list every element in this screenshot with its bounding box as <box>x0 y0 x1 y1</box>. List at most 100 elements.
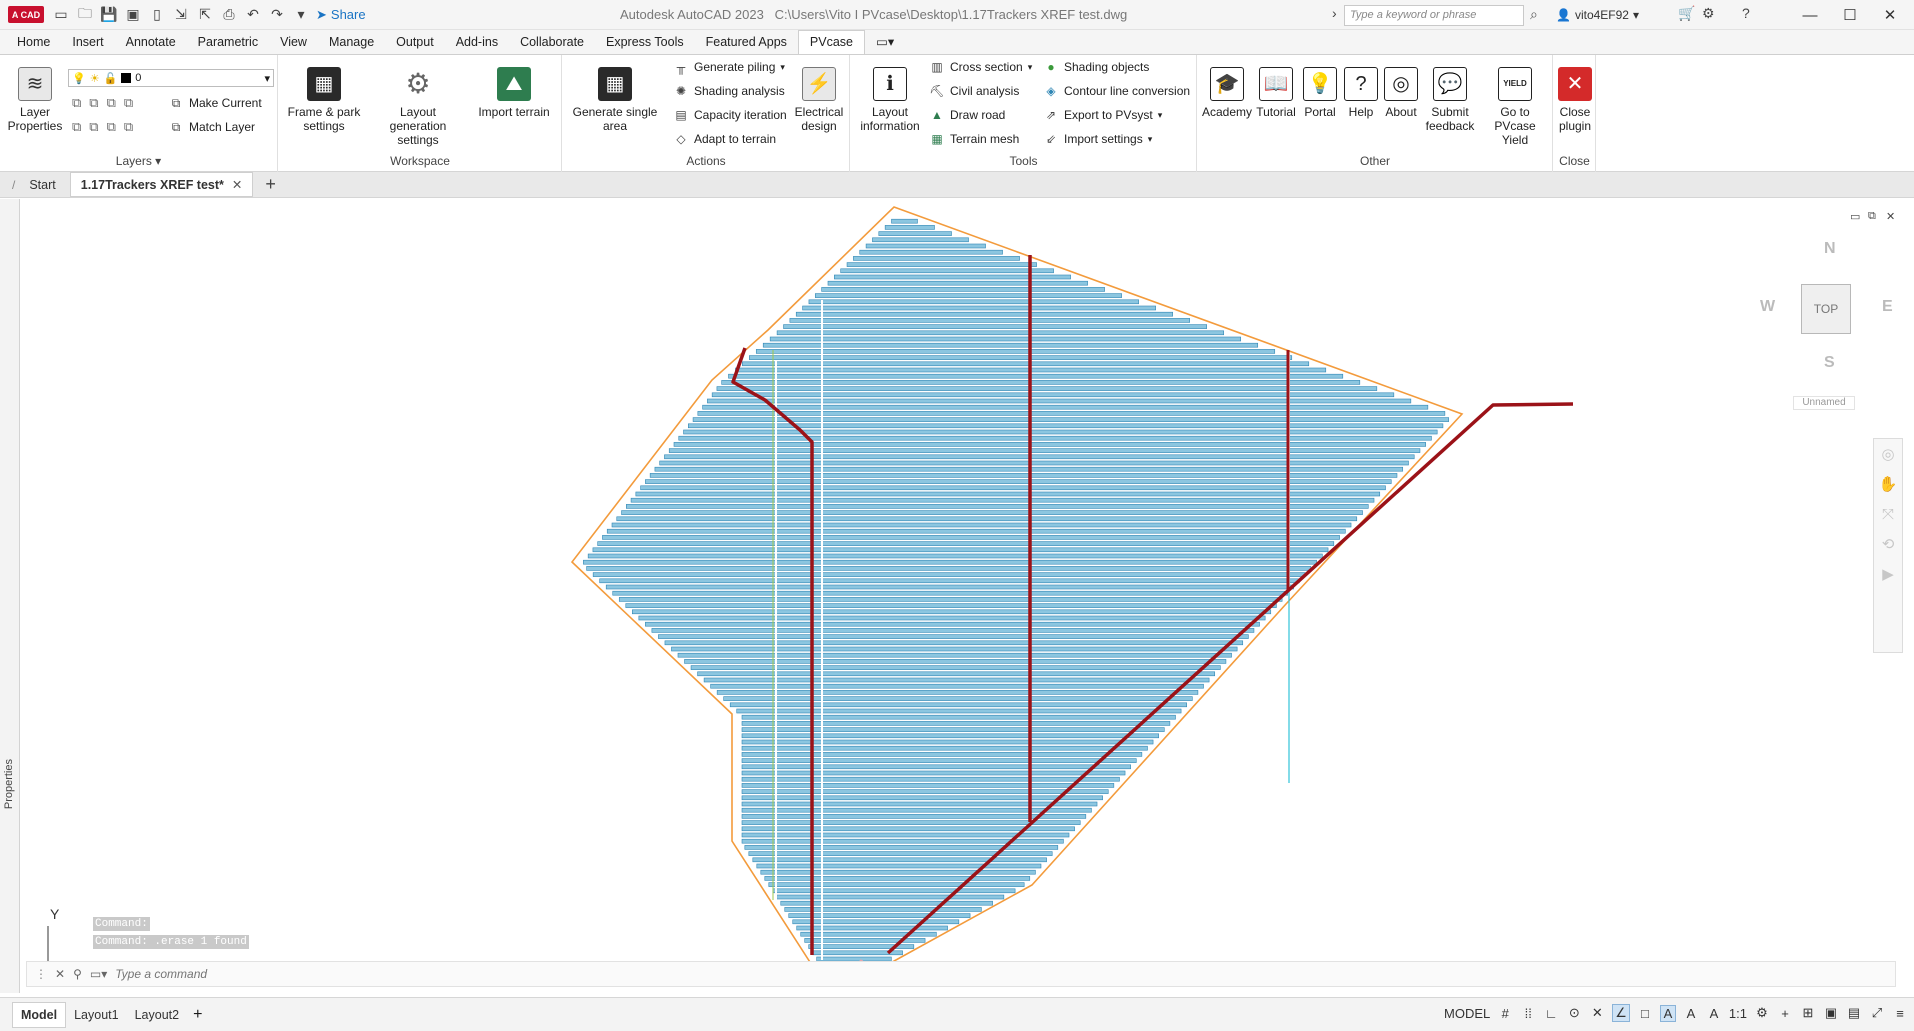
electrical-design-button[interactable]: ⚡ Electrical design <box>789 67 849 133</box>
layer-tool-icon[interactable]: ⧉ <box>72 119 81 135</box>
snap-icon[interactable]: ⁞⁞ <box>1520 1006 1536 1021</box>
object-snap-tracking-icon[interactable]: ∠ <box>1612 1004 1630 1022</box>
ortho-icon[interactable]: ∟ <box>1543 1006 1559 1021</box>
pv-tracker-row[interactable] <box>764 876 1031 881</box>
layers-panel-title[interactable]: Layers ▾ <box>0 154 277 168</box>
tutorial-button[interactable]: 📖 Tutorial <box>1254 67 1298 119</box>
pv-tracker-row[interactable] <box>668 448 1421 453</box>
web-save-icon[interactable]: ▯ <box>146 4 168 26</box>
layer-tool-icon[interactable]: ⧉ <box>89 95 98 111</box>
pv-tracker-row[interactable] <box>755 349 1276 354</box>
pv-tracker-row[interactable] <box>635 491 1381 497</box>
polar-icon[interactable]: ⊙ <box>1566 1005 1582 1021</box>
grip-icon[interactable]: ⋮ <box>35 967 47 981</box>
clean-screen-icon[interactable]: ⤢ <box>1869 1005 1885 1021</box>
connect-icon[interactable]: ⚙ <box>1702 5 1715 22</box>
civil-analysis-button[interactable]: ⛏ Civil analysis <box>929 83 1019 99</box>
undo-icon[interactable]: ↶ <box>242 4 264 26</box>
portal-button[interactable]: 💡 Portal <box>1298 67 1342 119</box>
pv-tracker-row[interactable] <box>795 311 1173 317</box>
pv-tracker-row[interactable] <box>742 361 1310 367</box>
layer-tool-icon[interactable]: ⧉ <box>89 119 98 135</box>
pv-tracker-row[interactable] <box>658 634 1249 639</box>
pv-tracker-row[interactable] <box>684 659 1227 664</box>
pv-tracker-row[interactable] <box>621 510 1363 515</box>
pv-tracker-row[interactable] <box>760 869 1036 875</box>
ribbon-tab-express-tools[interactable]: Express Tools <box>595 31 695 54</box>
pan-icon[interactable]: ✋ <box>1874 469 1902 499</box>
adapt-to-terrain-button[interactable]: ◇ Adapt to terrain <box>673 131 776 147</box>
pv-tracker-row[interactable] <box>707 398 1412 404</box>
add-layout-icon[interactable]: + <box>193 1006 202 1024</box>
steering-wheel-icon[interactable]: ◎ <box>1874 439 1902 469</box>
save-web-icon[interactable]: ⇱ <box>194 4 216 26</box>
pv-tracker-row[interactable] <box>741 795 1103 801</box>
showmotion-icon[interactable]: ▶ <box>1874 559 1902 589</box>
ribbon-tab-output[interactable]: Output <box>385 31 445 54</box>
pv-tracker-row[interactable] <box>640 485 1386 491</box>
pv-tracker-row[interactable] <box>834 274 1071 280</box>
pv-tracker-row[interactable] <box>741 733 1159 739</box>
tab-menu-icon[interactable]: / <box>12 178 15 192</box>
customization-icon[interactable]: ≡ <box>1892 1006 1908 1021</box>
pv-tracker-row[interactable] <box>878 231 952 236</box>
ribbon-tab-featured-apps[interactable]: Featured Apps <box>695 31 798 54</box>
capacity-iteration-button[interactable]: ▤ Capacity iteration <box>673 107 786 123</box>
pv-tracker-row[interactable] <box>586 566 1312 571</box>
pv-tracker-row[interactable] <box>872 237 969 243</box>
pv-tracker-row[interactable] <box>741 758 1137 763</box>
help-search-input[interactable]: Type a keyword or phrase <box>1344 5 1524 26</box>
west-label[interactable]: W <box>1760 298 1775 316</box>
pv-tracker-row[interactable] <box>741 721 1171 726</box>
pv-tracker-row[interactable] <box>744 845 1059 850</box>
pv-tracker-row[interactable] <box>673 442 1426 447</box>
tab-start[interactable]: Start <box>19 174 65 196</box>
shading-analysis-button[interactable]: ✺ Shading analysis <box>673 83 785 99</box>
pv-tracker-row[interactable] <box>602 535 1340 540</box>
minimize-icon[interactable]: — <box>1790 3 1830 27</box>
layout-information-button[interactable]: ℹ Layout information <box>855 67 925 133</box>
lock-ui-icon[interactable]: ▤ <box>1846 1005 1862 1021</box>
submit-feedback-button[interactable]: 💬 Submit feedback <box>1422 67 1478 133</box>
pv-tracker-row[interactable] <box>638 615 1266 621</box>
workspace-gear-icon[interactable]: ⚙ <box>1754 1005 1770 1021</box>
pv-tracker-row[interactable] <box>632 609 1272 615</box>
open-web-icon[interactable]: ⇲ <box>170 4 192 26</box>
pv-tracker-row[interactable] <box>796 925 948 931</box>
go-to-yield-button[interactable]: YIELD Go to PVcase Yield <box>1480 67 1550 147</box>
pv-tracker-row[interactable] <box>749 355 1293 360</box>
ribbon-tab-insert[interactable]: Insert <box>61 31 114 54</box>
pv-tracker-row[interactable] <box>741 739 1154 745</box>
pv-tracker-row[interactable] <box>630 497 1375 503</box>
isodraft-icon[interactable]: ✕ <box>1589 1005 1605 1021</box>
close-tab-icon[interactable]: ✕ <box>232 177 242 192</box>
pv-tracker-row[interactable] <box>741 714 1176 720</box>
pv-tracker-row[interactable] <box>741 783 1115 788</box>
south-label[interactable]: S <box>1824 354 1835 372</box>
ribbon-tab-parametric[interactable]: Parametric <box>187 31 269 54</box>
pv-tracker-row[interactable] <box>645 621 1260 627</box>
pv-tracker-row[interactable] <box>741 745 1148 751</box>
terrain-mesh-button[interactable]: ▦ Terrain mesh <box>929 131 1019 147</box>
pv-tracker-row[interactable] <box>605 584 1294 590</box>
cross-section-button[interactable]: ▥ Cross section ▾ <box>929 59 1032 75</box>
pv-tracker-row[interactable] <box>716 690 1199 695</box>
pv-tracker-row[interactable] <box>741 801 1098 807</box>
pv-tracker-row[interactable] <box>659 460 1409 466</box>
pv-tracker-row[interactable] <box>729 702 1187 708</box>
pv-tracker-row[interactable] <box>865 243 986 249</box>
new-file-icon[interactable]: ▭ <box>50 4 72 26</box>
export-pvsyst-button[interactable]: ⇗ Export to PVsyst ▾ <box>1043 107 1162 123</box>
user-account[interactable]: 👤 vito4EF92 ▾ <box>1556 8 1639 22</box>
pv-tracker-row[interactable] <box>599 578 1300 584</box>
pv-tracker-row[interactable] <box>616 516 1358 522</box>
pv-tracker-row[interactable] <box>592 572 1306 577</box>
layer-tool-icon[interactable]: ⧉ <box>107 119 116 135</box>
model-space-button[interactable]: MODEL <box>1444 1006 1490 1021</box>
tab-model[interactable]: Model <box>12 1001 67 1028</box>
import-terrain-button[interactable]: ⛰ Import terrain <box>471 67 557 119</box>
grid-icon[interactable]: # <box>1497 1006 1513 1021</box>
close-command-icon[interactable]: ✕ <box>55 967 65 981</box>
pv-tracker-row[interactable] <box>769 336 1242 342</box>
osnap-icon[interactable]: □ <box>1637 1006 1653 1021</box>
